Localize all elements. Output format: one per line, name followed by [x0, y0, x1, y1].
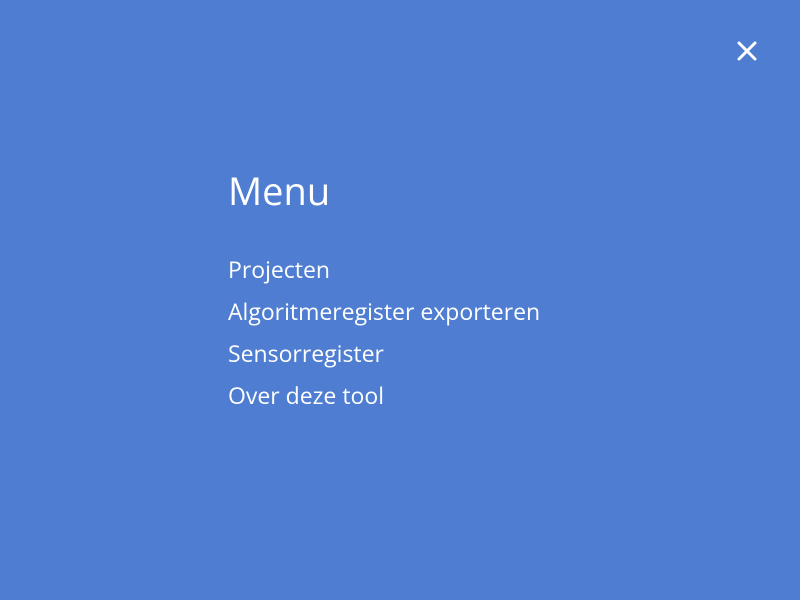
menu-item-sensorregister[interactable]: Sensorregister [228, 339, 540, 369]
menu-item-over-deze-tool[interactable]: Over deze tool [228, 381, 540, 411]
close-button[interactable] [732, 38, 762, 68]
menu-item-label: Projecten [228, 253, 330, 285]
menu-title: Menu [228, 165, 540, 217]
menu-nav: Projecten Algoritmeregister exporteren S… [228, 255, 540, 411]
menu-item-projecten[interactable]: Projecten [228, 255, 540, 285]
menu-item-algoritmeregister-exporteren[interactable]: Algoritmeregister exporteren [228, 297, 540, 327]
menu-item-label: Algoritmeregister exporteren [228, 295, 540, 327]
menu-item-label: Sensorregister [228, 337, 384, 369]
close-icon [735, 39, 759, 68]
menu-item-label: Over deze tool [228, 379, 384, 411]
menu-panel: Menu Projecten Algoritmeregister exporte… [228, 165, 540, 411]
